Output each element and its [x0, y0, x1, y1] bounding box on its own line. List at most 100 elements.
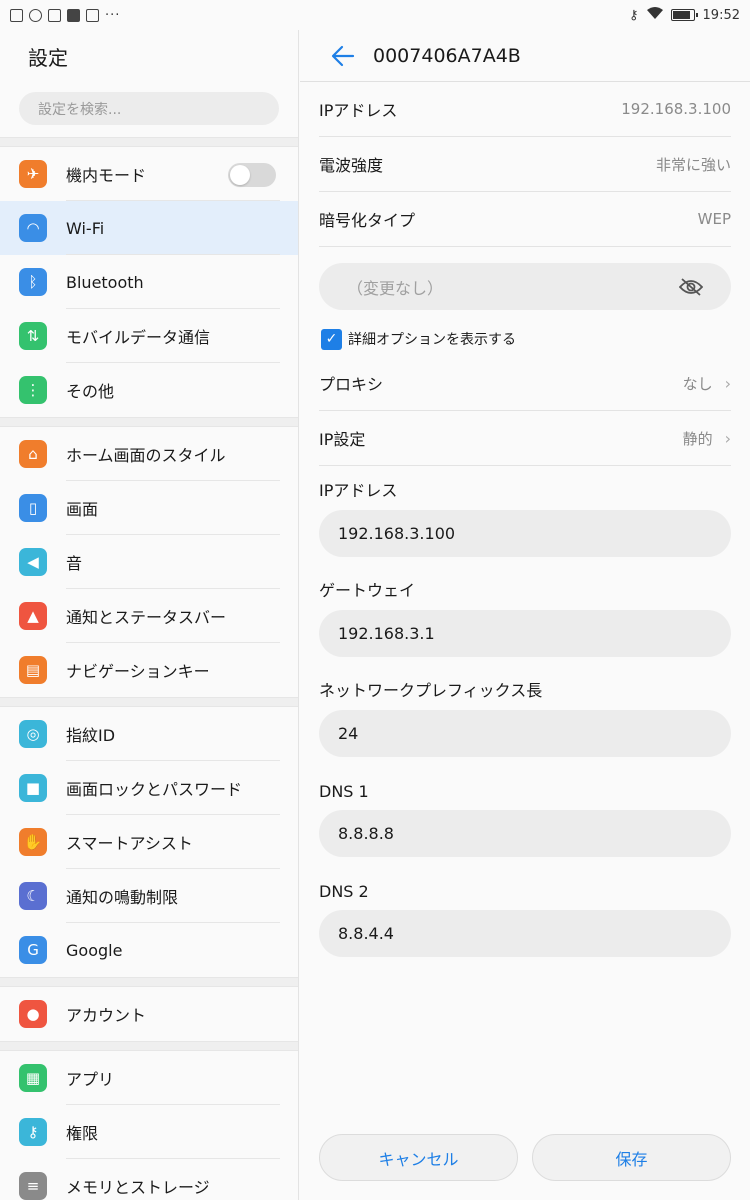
vpn-key-icon: ⚷ — [629, 7, 639, 23]
sidebar-item-display[interactable]: ▯ 画面 — [0, 481, 298, 535]
wifi-signal-icon — [646, 7, 663, 23]
cancel-button[interactable]: キャンセル — [319, 1134, 518, 1181]
sidebar-item-notification[interactable]: ▲ 通知とステータスバー — [0, 589, 298, 643]
sidebar-item-hand[interactable]: ✋ スマートアシスト — [0, 815, 298, 869]
network-ssid-title: 0007406A7A4B — [373, 44, 521, 67]
password-input[interactable]: （変更なし） — [319, 263, 731, 310]
sound-icon: ◀ — [19, 548, 47, 576]
sidebar-item-label: 機内モード — [66, 166, 147, 185]
back-button[interactable] — [328, 41, 358, 71]
detail-header: 0007406A7A4B — [300, 30, 750, 82]
group-divider — [0, 137, 298, 147]
lock-icon: ■ — [19, 774, 47, 802]
field-label: ネットワークプレフィックス長 — [319, 681, 543, 700]
sidebar-item-label: 画面ロックとパスワード — [66, 780, 243, 799]
sidebar-item-label: 権限 — [66, 1124, 99, 1143]
sidebar-item-home[interactable]: ⌂ ホーム画面のスタイル — [0, 427, 298, 481]
sidebar-item-bluetooth[interactable]: ᛒ Bluetooth — [0, 255, 298, 309]
sidebar-item-apps[interactable]: ▦ アプリ — [0, 1051, 298, 1105]
airplane-mode-toggle[interactable] — [228, 163, 276, 187]
sidebar-item-label: Google — [66, 940, 123, 960]
apps-icon: ▦ — [19, 1064, 47, 1092]
sidebar-item-moon[interactable]: ☾ 通知の鳴動制限 — [0, 869, 298, 923]
ip-settings-row[interactable]: IP設定 静的 › — [319, 411, 731, 466]
sidebar-item-label: アプリ — [66, 1070, 115, 1089]
shield-icon — [48, 8, 61, 22]
hide-password-icon[interactable] — [679, 277, 703, 296]
save-button[interactable]: 保存 — [532, 1134, 731, 1181]
block-icon — [29, 8, 42, 22]
sidebar-item-label: 音 — [66, 554, 83, 573]
sidebar-item-navigation-key[interactable]: ▤ ナビゲーションキー — [0, 643, 298, 697]
sidebar-item-more[interactable]: ⋮ その他 — [0, 363, 298, 417]
sidebar-item-wifi[interactable]: ◠ Wi-Fi — [0, 201, 298, 255]
status-bar: ··· ⚷ 19:52 — [0, 0, 750, 30]
field-label: DNS 1 — [319, 782, 369, 801]
sidebar-item-mobile-data[interactable]: ⇅ モバイルデータ通信 — [0, 309, 298, 363]
sidebar-item-label: その他 — [66, 382, 115, 401]
more-notifications-icon: ··· — [105, 7, 121, 23]
info-label: 電波強度 — [319, 156, 384, 175]
sidebar-item-label: モバイルデータ通信 — [66, 328, 211, 347]
info-value: WEP — [697, 210, 731, 228]
group-divider — [0, 417, 298, 427]
wifi-detail-panel: 0007406A7A4B IPアドレス 192.168.3.100 電波強度 非… — [300, 30, 750, 1200]
sidebar-item-label: メモリとストレージ — [66, 1178, 210, 1197]
sidebar-item-label: 通知の鳴動制限 — [66, 888, 179, 907]
more-icon: ⋮ — [19, 376, 47, 404]
storage-icon: ≡ — [19, 1172, 47, 1200]
notification-icon: ▲ — [19, 602, 47, 630]
sidebar-item-lock[interactable]: ■ 画面ロックとパスワード — [0, 761, 298, 815]
settings-list: ✈ 機内モード ◠ Wi-Fi ᛒ Bluetooth ⇅ モバイルデータ通信 ⋮ その他 ⌂ ホーム… — [0, 137, 298, 1200]
sidebar-item-label: アカウント — [66, 1006, 147, 1025]
show-advanced-row[interactable]: ✓ 詳細オプションを表示する — [321, 322, 731, 356]
navigation-key-icon: ▤ — [19, 656, 47, 684]
mobile-data-icon: ⇅ — [19, 322, 47, 350]
sidebar-item-label: 画面 — [66, 500, 99, 519]
fingerprint-icon: ◎ — [19, 720, 47, 748]
dns1-input[interactable]: 8.8.8.8 — [319, 810, 731, 857]
proxy-label: プロキシ — [319, 375, 384, 394]
info-label: IPアドレス — [319, 101, 398, 120]
battery-icon — [670, 9, 698, 21]
status-time: 19:52 — [702, 7, 740, 23]
sidebar-item-storage[interactable]: ≡ メモリとストレージ — [0, 1159, 298, 1200]
group-divider — [0, 697, 298, 707]
notification-icon — [10, 8, 23, 22]
sidebar-item-label: Wi-Fi — [66, 218, 105, 238]
youtube-icon — [67, 8, 80, 22]
ip-address-input[interactable]: 192.168.3.100 — [319, 510, 731, 557]
bluetooth-icon: ᛒ — [19, 268, 47, 296]
sidebar-item-label: 指紋ID — [66, 726, 116, 745]
account-icon: ● — [19, 1000, 47, 1028]
settings-search-input[interactable]: 設定を検索... — [19, 92, 279, 125]
sidebar-item-google[interactable]: G Google — [0, 923, 298, 977]
sidebar-item-account[interactable]: ● アカウント — [0, 987, 298, 1041]
chevron-right-icon: › — [724, 428, 731, 448]
proxy-row[interactable]: プロキシ なし › — [319, 356, 731, 411]
arrow-left-icon — [331, 45, 355, 66]
show-advanced-label: 詳細オプションを表示する — [348, 332, 516, 348]
display-icon: ▯ — [19, 494, 47, 522]
airplane-icon: ✈ — [19, 160, 47, 188]
ip-settings-value: 静的 — [682, 429, 713, 448]
prefix-length-input[interactable]: 24 — [319, 710, 731, 757]
field-label: IPアドレス — [319, 481, 398, 500]
settings-sidebar: 設定 設定を検索... ✈ 機内モード ◠ Wi-Fi ᛒ Bluetooth ⇅ モバイルデ… — [0, 30, 299, 1200]
key-icon: ⚷ — [19, 1118, 47, 1146]
info-row-ip: IPアドレス 192.168.3.100 — [319, 82, 731, 137]
sidebar-item-key[interactable]: ⚷ 権限 — [0, 1105, 298, 1159]
hand-icon: ✋ — [19, 828, 47, 856]
dns2-input[interactable]: 8.8.4.4 — [319, 910, 731, 957]
password-placeholder: （変更なし） — [347, 278, 444, 298]
group-divider — [0, 1041, 298, 1051]
wifi-icon: ◠ — [19, 214, 47, 242]
moon-icon: ☾ — [19, 882, 47, 910]
info-value: 非常に強い — [655, 155, 731, 174]
gateway-input[interactable]: 192.168.3.1 — [319, 610, 731, 657]
sidebar-item-fingerprint[interactable]: ◎ 指紋ID — [0, 707, 298, 761]
sidebar-item-sound[interactable]: ◀ 音 — [0, 535, 298, 589]
sidebar-item-airplane[interactable]: ✈ 機内モード — [0, 147, 298, 201]
info-row-security: 暗号化タイプ WEP — [319, 192, 731, 247]
show-advanced-checkbox[interactable]: ✓ — [321, 328, 342, 350]
